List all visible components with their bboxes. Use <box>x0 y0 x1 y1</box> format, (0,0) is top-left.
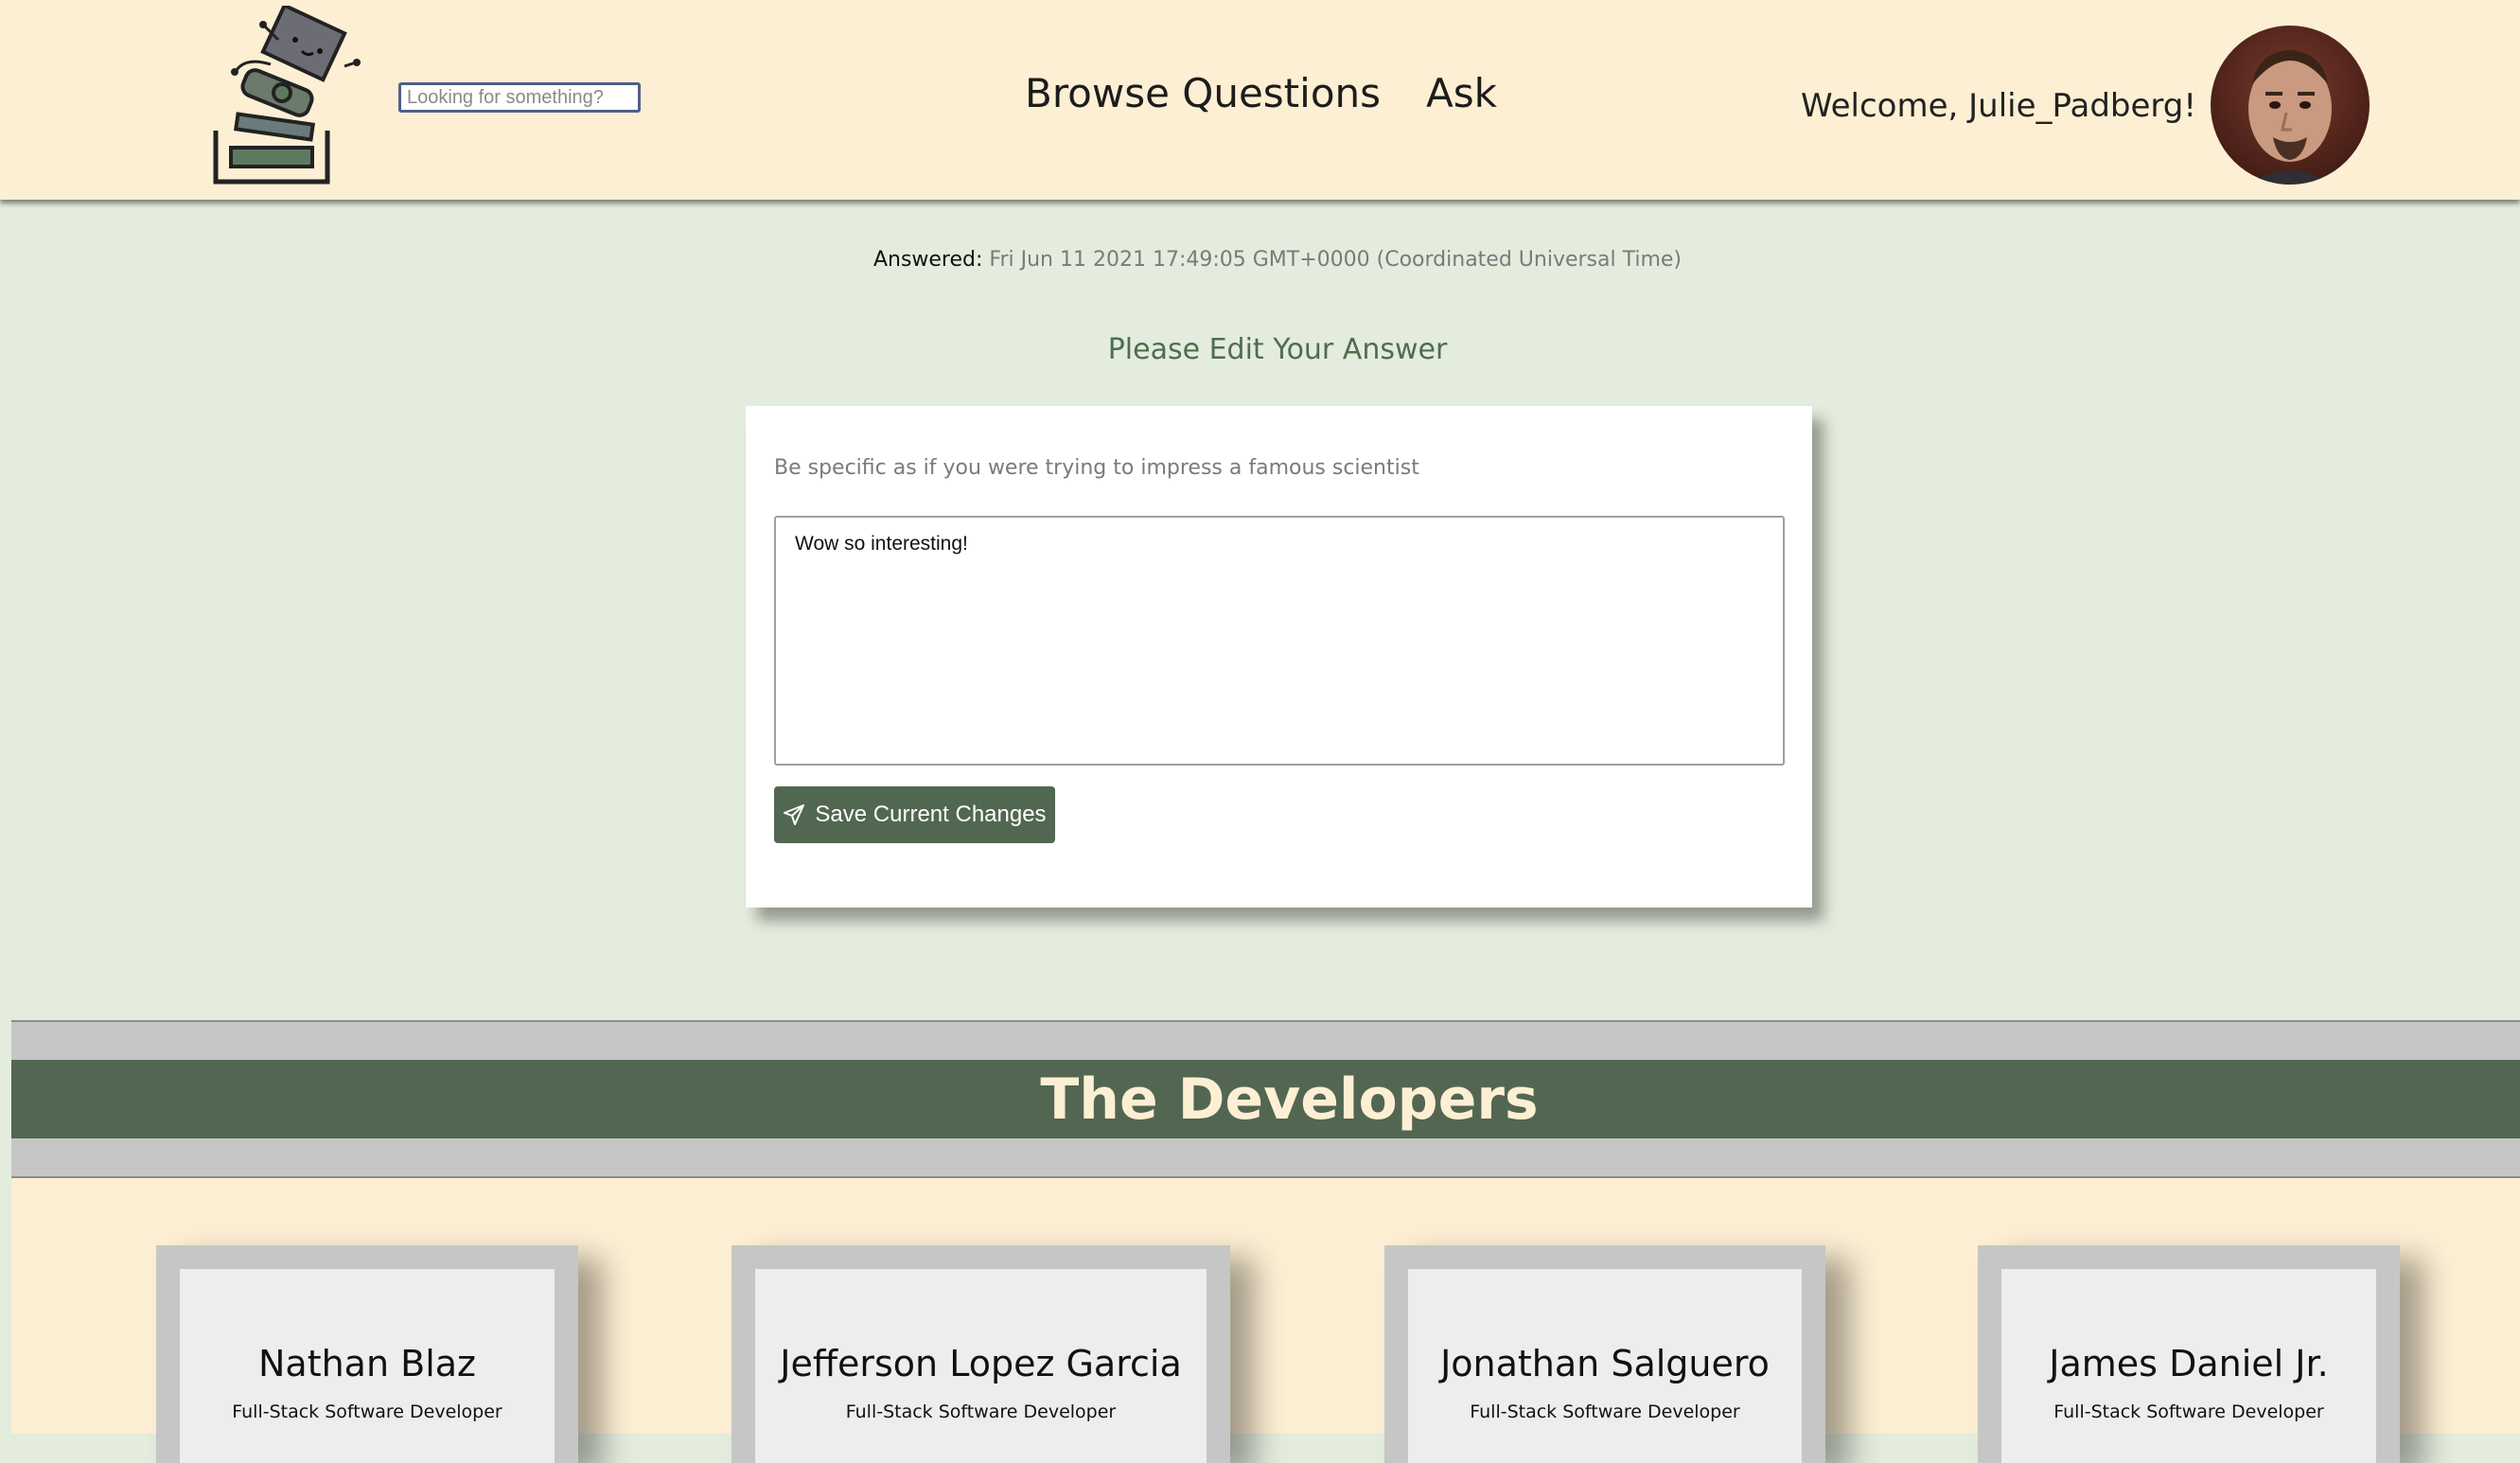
developers-heading: The Developers <box>1040 1066 1539 1133</box>
developer-role: Full-Stack Software Developer <box>2053 1401 2324 1422</box>
developer-role: Full-Stack Software Developer <box>845 1401 1117 1422</box>
developer-name: Nathan Blaz <box>257 1343 476 1384</box>
main-nav: Browse Questions Ask <box>1025 70 1497 116</box>
answer-textarea[interactable]: Wow so interesting! <box>774 516 1785 766</box>
page-title: Please Edit Your Answer <box>1107 333 1448 366</box>
answer-hint: Be specific as if you were trying to imp… <box>774 456 1419 480</box>
save-changes-label: Save Current Changes <box>815 802 1047 827</box>
nav-ask[interactable]: Ask <box>1426 70 1497 116</box>
answered-label: Answered: <box>872 248 983 272</box>
nav-browse-questions[interactable]: Browse Questions <box>1025 70 1381 116</box>
developer-name: Jefferson Lopez Garcia <box>780 1343 1182 1384</box>
site-logo[interactable] <box>208 6 361 185</box>
developer-name: James Daniel Jr. <box>2049 1343 2329 1384</box>
user-avatar[interactable] <box>2211 26 2370 185</box>
footer-band-top <box>11 1020 2520 1060</box>
footer-band-bottom <box>11 1138 2520 1178</box>
search-input[interactable] <box>398 82 641 113</box>
developer-card[interactable]: Nathan Blaz Full-Stack Software Develope… <box>156 1245 578 1463</box>
developer-card[interactable]: James Daniel Jr. Full-Stack Software Dev… <box>1978 1245 2400 1463</box>
answered-timestamp: Answered: Fri Jun 11 2021 17:49:05 GMT+0… <box>0 248 2520 272</box>
edit-answer-form: Be specific as if you were trying to imp… <box>746 406 1812 908</box>
developers-banner: The Developers <box>11 1060 2520 1138</box>
developer-name: Jonathan Salguero <box>1440 1343 1770 1384</box>
developer-role: Full-Stack Software Developer <box>1470 1401 1740 1422</box>
paper-plane-icon <box>784 804 805 825</box>
site-header: Browse Questions Ask Welcome, Julie_Padb… <box>0 0 2520 200</box>
welcome-message: Welcome, Julie_Padberg! <box>1800 87 2196 125</box>
developer-card[interactable]: Jonathan Salguero Full-Stack Software De… <box>1384 1245 1825 1463</box>
developer-role: Full-Stack Software Developer <box>232 1401 502 1422</box>
developer-card[interactable]: Jefferson Lopez Garcia Full-Stack Softwa… <box>731 1245 1230 1463</box>
save-changes-button[interactable]: Save Current Changes <box>774 786 1055 843</box>
answered-date: Fri Jun 11 2021 17:49:05 GMT+0000 (Coord… <box>989 248 1683 272</box>
